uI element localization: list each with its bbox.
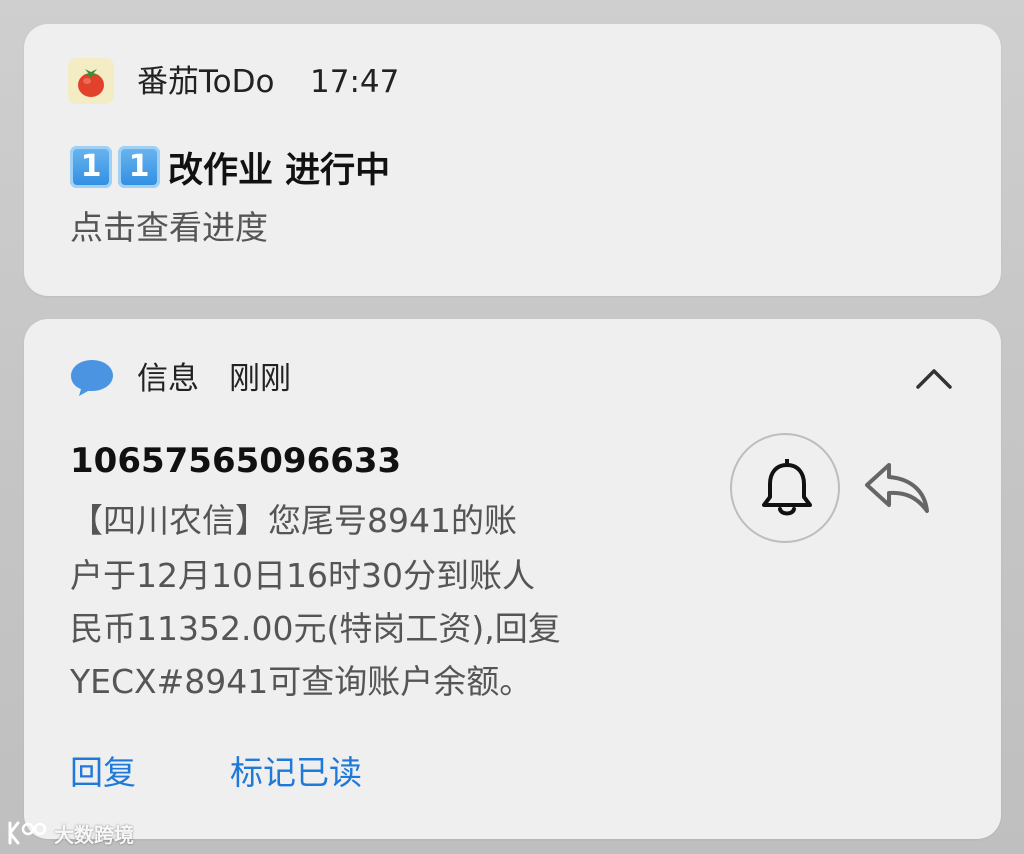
watermark-logo-icon <box>8 821 47 845</box>
app-name: 番茄ToDo <box>137 64 275 100</box>
bell-icon <box>762 459 812 516</box>
bell-button[interactable] <box>730 433 840 543</box>
keycap-digit-icon: 1 <box>70 146 112 188</box>
watermark-text: 大数跨境 <box>54 822 134 847</box>
notification-subtitle: 点击查看进度 <box>70 208 268 247</box>
reply-arrow-icon[interactable] <box>861 457 935 517</box>
reply-button[interactable]: 回复 <box>70 749 136 797</box>
task-title: 改作业 进行中 <box>168 150 391 191</box>
mark-read-button[interactable]: 标记已读 <box>230 749 362 797</box>
chevron-up-icon[interactable] <box>908 359 960 399</box>
notification-time: 17:47 <box>310 64 400 100</box>
tomato-icon <box>68 58 114 104</box>
notification-title: 1 1 改作业 进行中 <box>70 142 390 192</box>
sender-number: 10657565096633 <box>70 441 402 481</box>
notification-time: 刚刚 <box>229 361 291 397</box>
app-name: 信息 <box>137 361 199 397</box>
sms-notification-card[interactable]: 信息 刚刚 10657565096633 【四川农信】您尾号8941的账 户于1… <box>24 319 1001 839</box>
message-body-line: 户于12月10日16时30分到账人 <box>70 556 535 595</box>
keycap-digit-icon: 1 <box>118 146 160 188</box>
todo-notification-card[interactable]: 番茄ToDo 17:47 1 1 改作业 进行中 点击查看进度 <box>24 24 1001 296</box>
message-body-line: 民币11352.00元(特岗工资),回复 <box>70 609 561 648</box>
message-body-line: 【四川农信】您尾号8941的账 <box>70 501 517 540</box>
chat-bubble-icon <box>68 353 116 401</box>
watermark: 大数跨境 <box>6 818 134 848</box>
message-body-line: YECX#8941可查询账户余额。 <box>70 662 533 701</box>
